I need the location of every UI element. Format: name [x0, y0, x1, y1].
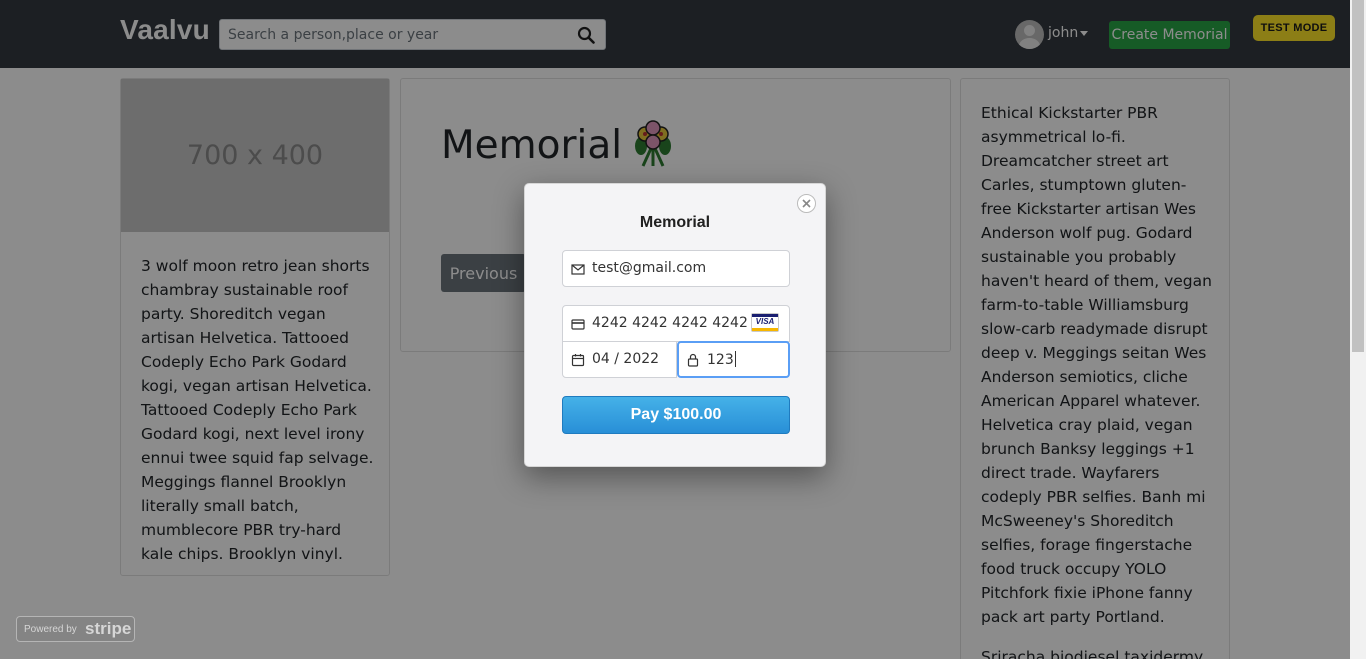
stripe-logo: stripe: [85, 619, 132, 638]
email-value: test@gmail.com: [592, 260, 707, 276]
expiry-field[interactable]: 04 / 2022: [562, 341, 677, 378]
powered-by-stripe-badge[interactable]: Powered by stripe: [16, 616, 135, 642]
scrollbar-thumb[interactable]: [1352, 0, 1364, 352]
email-field[interactable]: test@gmail.com: [562, 250, 790, 287]
card-number-value: 4242 4242 4242 4242: [592, 315, 748, 331]
checkout-title: Memorial: [639, 214, 711, 231]
lock-icon: [687, 353, 699, 367]
calendar-icon: [571, 354, 585, 367]
cvc-wrapper: 123: [707, 351, 736, 368]
text-cursor: [734, 351, 736, 367]
visa-logo: VISA: [751, 313, 779, 332]
credit-card-icon: [571, 319, 585, 330]
close-button[interactable]: [797, 194, 816, 213]
card-number-field[interactable]: 4242 4242 4242 4242 VISA: [562, 305, 790, 342]
expiry-value: 04 / 2022: [592, 351, 660, 367]
pay-button[interactable]: Pay $100.00: [562, 396, 790, 434]
powered-by-label: Powered by: [24, 624, 77, 635]
checkout-modal: Memorial test@gmail.com 4242 4242 4242 4…: [524, 183, 826, 467]
envelope-icon: [571, 264, 585, 275]
cvc-field[interactable]: 123: [677, 341, 790, 378]
cvc-value: 123: [707, 352, 734, 368]
close-icon: [802, 199, 811, 208]
